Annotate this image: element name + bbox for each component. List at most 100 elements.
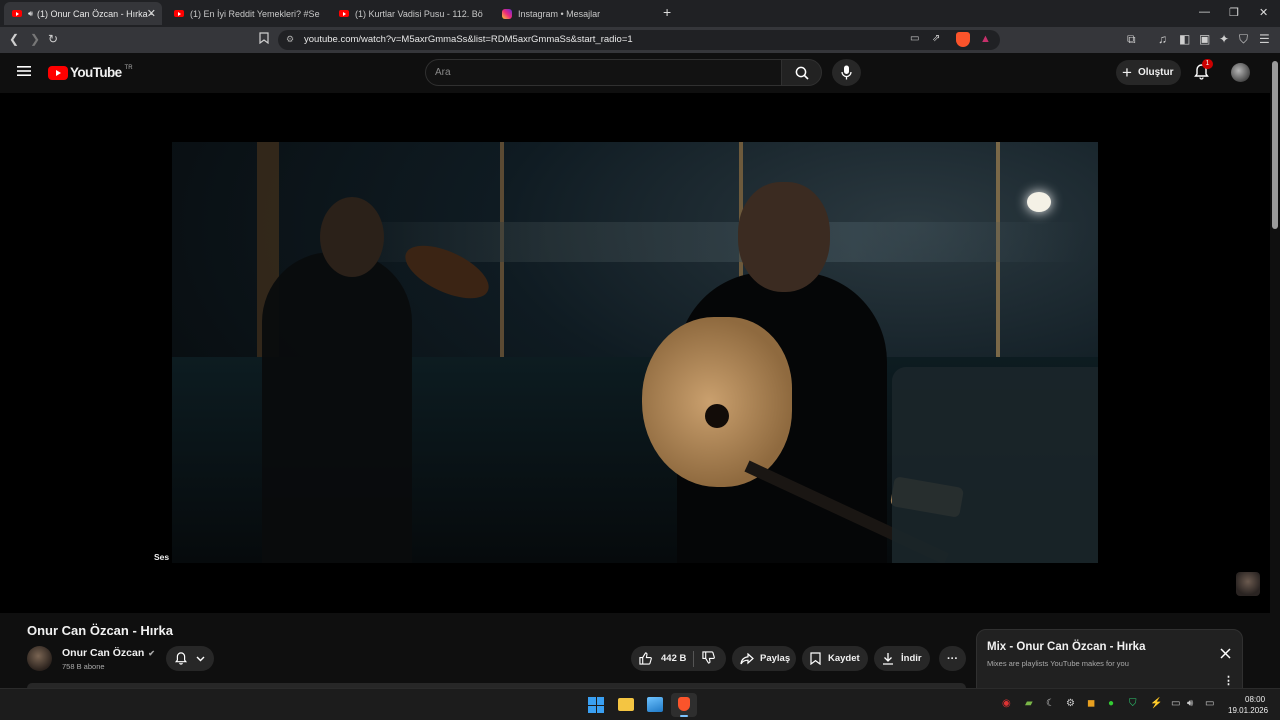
file-explorer-icon[interactable] xyxy=(618,698,634,711)
guide-menu-icon[interactable] xyxy=(17,64,31,82)
tray-network-icon[interactable]: ⚡ xyxy=(1150,698,1162,709)
share-button[interactable]: Paylaş xyxy=(732,646,796,671)
video-title: Onur Can Özcan - Hırka xyxy=(27,623,173,638)
brave-shields-icon[interactable] xyxy=(956,32,970,47)
active-indicator xyxy=(680,715,688,717)
share-icon xyxy=(740,652,754,664)
scrollbar-thumb[interactable] xyxy=(1272,61,1278,229)
brave-taskbar-button[interactable] xyxy=(671,693,697,717)
wallet-icon[interactable]: ▣ xyxy=(1199,32,1210,46)
leo-ai-icon[interactable]: ✦ xyxy=(1219,32,1229,46)
sidebar-icon[interactable]: ◧ xyxy=(1179,32,1190,46)
bookmark-icon[interactable] xyxy=(259,32,269,47)
tray-shield-icon[interactable]: ⛉ xyxy=(1129,698,1137,709)
restore-icon[interactable]: ❐ xyxy=(1229,6,1239,19)
create-button[interactable]: + Oluştur xyxy=(1116,60,1181,85)
mix-title[interactable]: Mix - Onur Can Özcan - Hırka xyxy=(987,641,1145,653)
wifi-icon[interactable]: ▭ xyxy=(1171,698,1180,709)
battery-icon[interactable]: ▭ xyxy=(1205,698,1214,709)
video-player[interactable]: Ses xyxy=(0,93,1270,613)
tab-label: (1) Onur Can Özcan - Hırka - xyxy=(37,8,154,19)
mix-more-icon[interactable]: ⋮ xyxy=(1223,674,1234,687)
new-tab-button[interactable]: + xyxy=(663,4,671,20)
browser-tab-strip: 🔊︎ (1) Onur Can Özcan - Hırka - ✕ (1) En… xyxy=(0,0,1280,27)
speaker-icon[interactable]: 🔊︎ xyxy=(28,9,33,19)
back-icon[interactable]: ❮ xyxy=(9,32,19,46)
nvidia-icon[interactable]: ▰ xyxy=(1025,698,1033,709)
more-actions-button[interactable]: ··· xyxy=(939,646,966,671)
video-frame[interactable] xyxy=(172,142,1098,563)
download-icon xyxy=(883,653,893,665)
violinist-head xyxy=(320,197,384,277)
save-label: Kaydet xyxy=(828,653,860,664)
tab-reddit-yemekleri[interactable]: (1) En İyi Reddit Yemekleri? #Seçiyoru xyxy=(166,2,326,25)
lamp-light xyxy=(1027,192,1051,212)
volume-icon[interactable]: 🔊︎ xyxy=(1187,698,1193,709)
channel-name[interactable]: Onur Can Özcan xyxy=(62,647,144,659)
forward-icon[interactable]: ❯ xyxy=(30,32,40,46)
microphone-icon xyxy=(841,65,852,80)
tray-app-icon[interactable]: ◉ xyxy=(1002,698,1011,709)
channel-watermark[interactable] xyxy=(1236,572,1260,596)
tab-instagram[interactable]: Instagram • Mesajlar xyxy=(494,2,654,25)
youtube-logo[interactable]: YouTube TR xyxy=(48,65,133,80)
search-input[interactable]: Ara xyxy=(425,59,782,86)
subscription-notification-button[interactable] xyxy=(166,646,214,671)
account-avatar[interactable] xyxy=(1231,63,1250,82)
tab-onur-can-ozcan[interactable]: 🔊︎ (1) Onur Can Özcan - Hırka - ✕ xyxy=(4,2,162,25)
youtube-favicon-icon xyxy=(12,10,22,17)
sofa xyxy=(892,367,1098,563)
cast-icon[interactable]: ▭ xyxy=(910,33,919,44)
photos-icon[interactable] xyxy=(647,697,663,712)
brave-rewards-icon[interactable]: ▲ xyxy=(980,33,991,45)
close-tab-icon[interactable]: ✕ xyxy=(147,7,156,20)
page-scrollbar[interactable] xyxy=(1270,53,1280,688)
channel-avatar[interactable] xyxy=(27,646,52,671)
youtube-masthead: YouTube TR Ara + Oluştur 1 xyxy=(0,53,1270,93)
guitarist-head xyxy=(738,182,830,292)
verified-icon: ✔ xyxy=(148,648,155,658)
tab-kurtlar-vadisi[interactable]: (1) Kurtlar Vadisi Pusu - 112. Bölüm F xyxy=(331,2,489,25)
tab-label: (1) En İyi Reddit Yemekleri? #Seçiyoru xyxy=(190,8,320,19)
browser-toolbar: ❮ ❯ ↻ ⚙ youtube.com/watch?v=M5axrGmmaSs&… xyxy=(0,27,1280,53)
browser-menu-icon[interactable]: ☰ xyxy=(1259,32,1270,46)
close-window-icon[interactable]: ✕ xyxy=(1259,6,1268,19)
mix-playlist-panel: Mix - Onur Can Özcan - Hırka Mixes are p… xyxy=(976,629,1243,690)
youtube-favicon-icon xyxy=(174,10,184,17)
media-icon[interactable]: ♫ xyxy=(1158,32,1167,46)
tray-orange-icon[interactable]: ◼ xyxy=(1087,698,1095,709)
search-placeholder: Ara xyxy=(435,67,451,78)
like-dislike-group: 442 B xyxy=(631,646,726,671)
site-info-icon[interactable]: ⚙ xyxy=(286,34,294,45)
search-button[interactable] xyxy=(781,59,822,86)
tab-search-icon[interactable]: ⧉ xyxy=(1127,32,1136,46)
windows-start-icon[interactable] xyxy=(588,697,604,713)
notifications-button[interactable]: 1 xyxy=(1194,59,1213,85)
like-button[interactable]: 442 B xyxy=(639,652,686,665)
steam-icon[interactable]: ⚙ xyxy=(1066,698,1075,709)
vpn-icon[interactable]: ⛉ xyxy=(1239,32,1248,46)
reload-icon[interactable]: ↻ xyxy=(48,32,58,46)
channel-name-row[interactable]: Onur Can Özcan ✔ xyxy=(62,647,155,659)
url-text: youtube.com/watch?v=M5axrGmmaSs&list=RDM… xyxy=(304,34,633,45)
clock-time[interactable]: 08:00 xyxy=(1245,695,1265,704)
region-code: TR xyxy=(124,64,133,71)
share-label: Paylaş xyxy=(760,653,791,664)
download-button[interactable]: İndir xyxy=(874,646,930,671)
divider xyxy=(693,650,695,667)
clock-date[interactable]: 19.01.2026 xyxy=(1228,706,1268,715)
download-label: İndir xyxy=(901,653,922,664)
mix-subtitle: Mixes are playlists YouTube makes for yo… xyxy=(987,659,1129,668)
violinist-figure xyxy=(262,252,412,563)
address-bar[interactable]: ⚙ youtube.com/watch?v=M5axrGmmaSs&list=R… xyxy=(278,30,1000,50)
tray-green-icon[interactable]: ● xyxy=(1108,698,1114,709)
voice-search-button[interactable] xyxy=(832,59,861,86)
thumbs-down-icon xyxy=(702,650,716,664)
dislike-button[interactable] xyxy=(702,650,716,667)
tray-moon-icon[interactable]: ☾ xyxy=(1046,698,1055,709)
close-icon[interactable] xyxy=(1220,646,1231,664)
save-button[interactable]: Kaydet xyxy=(802,646,868,671)
create-label: Oluştur xyxy=(1137,67,1174,78)
share-page-icon[interactable]: ⇗ xyxy=(932,33,940,44)
minimize-icon[interactable]: — xyxy=(1199,6,1210,18)
